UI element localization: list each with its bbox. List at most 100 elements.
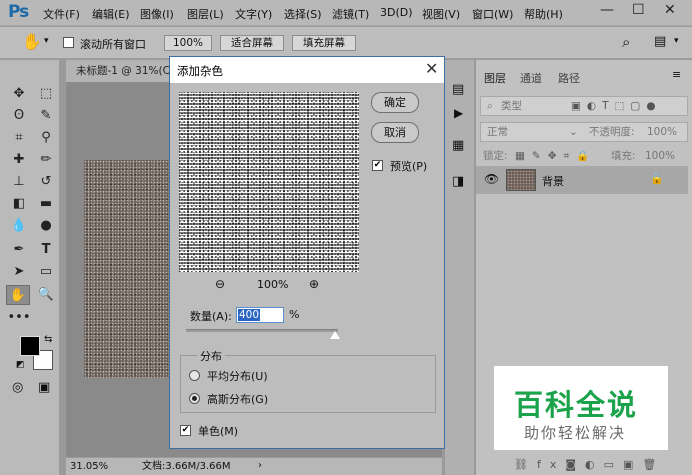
shape-tool-icon[interactable]: ▭ xyxy=(34,262,58,282)
noise-canvas[interactable] xyxy=(84,160,170,378)
path-select-icon[interactable]: ➤ xyxy=(7,262,31,282)
chevron-down-icon[interactable]: ▾ xyxy=(44,36,49,46)
preview-checkbox[interactable]: ✔ xyxy=(372,160,383,171)
actions-play-icon[interactable]: ▶ xyxy=(454,106,463,120)
pen-tool-icon[interactable]: ✒ xyxy=(7,240,31,260)
add-noise-dialog: 添加杂色 ✕ 确定 取消 ✔ 预览(P) ⊖ 100% ⊕ 数量(A): 400… xyxy=(169,56,445,449)
layer-bottom-icons[interactable]: ⛓fx◙◐▭▣🗑 xyxy=(514,458,665,471)
clone-stamp-icon[interactable]: ⊥ xyxy=(7,172,31,192)
layer-kind-filter[interactable]: ⌕ 类型 ▣◐T⬚▢● xyxy=(480,96,688,116)
fill-value[interactable]: 100% xyxy=(645,147,675,165)
hand-tool-icon-active[interactable]: ✋ xyxy=(6,285,30,305)
blend-mode-select[interactable]: 正常 ⌄ 不透明度: 100% xyxy=(480,122,688,142)
opacity-value[interactable]: 100% xyxy=(647,123,677,141)
amount-input[interactable]: 400 xyxy=(236,307,284,323)
menu-window[interactable]: 窗口(W) xyxy=(472,6,513,22)
dialog-titlebar[interactable]: 添加杂色 ✕ xyxy=(170,57,444,83)
document-tab[interactable]: 未标题-1 @ 31%(C xyxy=(66,60,170,82)
zoom-100-button[interactable]: 100% xyxy=(164,35,212,51)
layer-thumbnail xyxy=(506,169,536,191)
monochromatic-label: 单色(M) xyxy=(198,425,239,438)
lasso-tool-icon[interactable]: ʘ xyxy=(7,106,31,126)
default-colors-icon[interactable]: ◩ xyxy=(16,360,25,370)
ok-button[interactable]: 确定 xyxy=(371,92,419,113)
menu-layer[interactable]: 图层(L) xyxy=(187,6,224,22)
menu-file[interactable]: 文件(F) xyxy=(43,6,80,22)
noise-preview[interactable] xyxy=(179,92,359,272)
properties-panel-icon[interactable]: ▦ xyxy=(452,138,464,153)
close-window-button[interactable]: ✕ xyxy=(664,2,676,18)
watermark-title: 百科全说 xyxy=(514,388,639,422)
dialog-title: 添加杂色 xyxy=(177,64,223,78)
menu-image[interactable]: 图像(I) xyxy=(140,6,174,22)
panel-dock-strip: ▤ ▶ ▦ ◨ xyxy=(444,60,474,475)
quick-select-tool-icon[interactable]: ✎ xyxy=(34,106,58,126)
quick-mask-icon[interactable]: ◎ xyxy=(12,380,23,395)
zoom-status[interactable]: 31.05% xyxy=(70,459,108,475)
status-bar: 31.05% 文档:3.66M/3.66M › xyxy=(66,457,442,475)
zoom-out-icon[interactable]: ⊖ xyxy=(215,277,225,291)
adjustments-panel-icon[interactable]: ◨ xyxy=(452,174,464,189)
status-arrow-icon[interactable]: › xyxy=(258,458,262,474)
swap-colors-icon[interactable]: ⇆ xyxy=(44,334,52,345)
menu-view[interactable]: 视图(V) xyxy=(422,6,460,22)
lock-icons[interactable]: ▦✎✥⌗🔒 xyxy=(515,147,597,165)
gradient-tool-icon[interactable]: ▬ xyxy=(34,194,58,214)
uniform-radio[interactable] xyxy=(189,370,200,381)
history-brush-icon[interactable]: ↺ xyxy=(34,172,58,192)
type-tool-icon[interactable]: T xyxy=(34,240,58,260)
menu-filter[interactable]: 滤镜(T) xyxy=(332,6,369,22)
menu-3d[interactable]: 3D(D) xyxy=(380,6,413,19)
minimize-button[interactable]: — xyxy=(600,2,614,18)
screen-mode-icon[interactable]: ▣ xyxy=(38,380,50,395)
crop-tool-icon[interactable]: ⌗ xyxy=(7,128,31,148)
close-icon[interactable]: ✕ xyxy=(425,59,438,78)
distribution-group: 分布 平均分布(U) 高斯分布(G) xyxy=(180,348,436,413)
tab-layers[interactable]: 图层 xyxy=(484,70,506,86)
zoom-tool-icon[interactable]: 🔍 xyxy=(34,285,58,305)
amount-slider-thumb[interactable] xyxy=(329,331,340,339)
menu-type[interactable]: 文字(Y) xyxy=(235,6,272,22)
preview-label: 预览(P) xyxy=(390,160,428,173)
cancel-button[interactable]: 取消 xyxy=(371,122,419,143)
workspace-icon[interactable]: ▤ xyxy=(654,34,666,49)
menu-help[interactable]: 帮助(H) xyxy=(524,6,563,22)
lock-label: 锁定: xyxy=(483,150,508,162)
eraser-tool-icon[interactable]: ◧ xyxy=(7,194,31,214)
foreground-color-swatch[interactable] xyxy=(20,336,40,356)
search-icon[interactable]: ⌕ xyxy=(622,33,630,51)
eyedropper-tool-icon[interactable]: ⚲ xyxy=(34,128,58,148)
zoom-in-icon[interactable]: ⊕ xyxy=(309,277,319,291)
brush-tool-icon[interactable]: ✏ xyxy=(34,150,58,170)
layer-lock-icon: 🔒 xyxy=(650,172,664,185)
more-tools-icon[interactable]: ••• xyxy=(7,308,31,328)
tab-paths[interactable]: 路径 xyxy=(558,70,580,86)
workspace-chevron-icon[interactable]: ▾ xyxy=(674,36,679,46)
fill-label: 填充: xyxy=(611,150,636,162)
healing-brush-icon[interactable]: ✚ xyxy=(7,150,31,170)
maximize-button[interactable]: ☐ xyxy=(632,2,645,18)
hand-tool-icon[interactable]: ✋ xyxy=(22,32,42,51)
dodge-tool-icon[interactable]: ● xyxy=(34,216,58,236)
filter-icons[interactable]: ▣◐T⬚▢● xyxy=(571,97,662,115)
blur-tool-icon[interactable]: 💧 xyxy=(7,216,31,236)
menu-select[interactable]: 选择(S) xyxy=(284,6,322,22)
menu-edit[interactable]: 编辑(E) xyxy=(92,6,130,22)
layer-row-background[interactable]: 👁 背景 🔒 xyxy=(476,166,688,194)
amount-value: 400 xyxy=(238,309,261,321)
fit-screen-button[interactable]: 适合屏幕 xyxy=(220,35,284,51)
panel-menu-icon[interactable]: ≡ xyxy=(672,68,681,81)
gaussian-label: 高斯分布(G) xyxy=(207,393,269,406)
history-panel-icon[interactable]: ▤ xyxy=(452,82,464,97)
monochromatic-checkbox[interactable]: ✔ xyxy=(180,425,191,436)
scroll-all-checkbox[interactable] xyxy=(63,37,74,48)
distribution-label: 分布 xyxy=(197,348,225,364)
marquee-tool-icon[interactable]: ⬚ xyxy=(34,84,58,104)
fill-screen-button[interactable]: 填充屏幕 xyxy=(292,35,356,51)
visibility-eye-icon[interactable]: 👁 xyxy=(484,172,499,186)
move-tool-icon[interactable]: ✥ xyxy=(7,84,31,104)
gaussian-radio[interactable] xyxy=(189,393,200,404)
layer-name[interactable]: 背景 xyxy=(542,173,564,189)
tab-channels[interactable]: 通道 xyxy=(520,70,542,86)
amount-slider[interactable] xyxy=(186,329,338,332)
